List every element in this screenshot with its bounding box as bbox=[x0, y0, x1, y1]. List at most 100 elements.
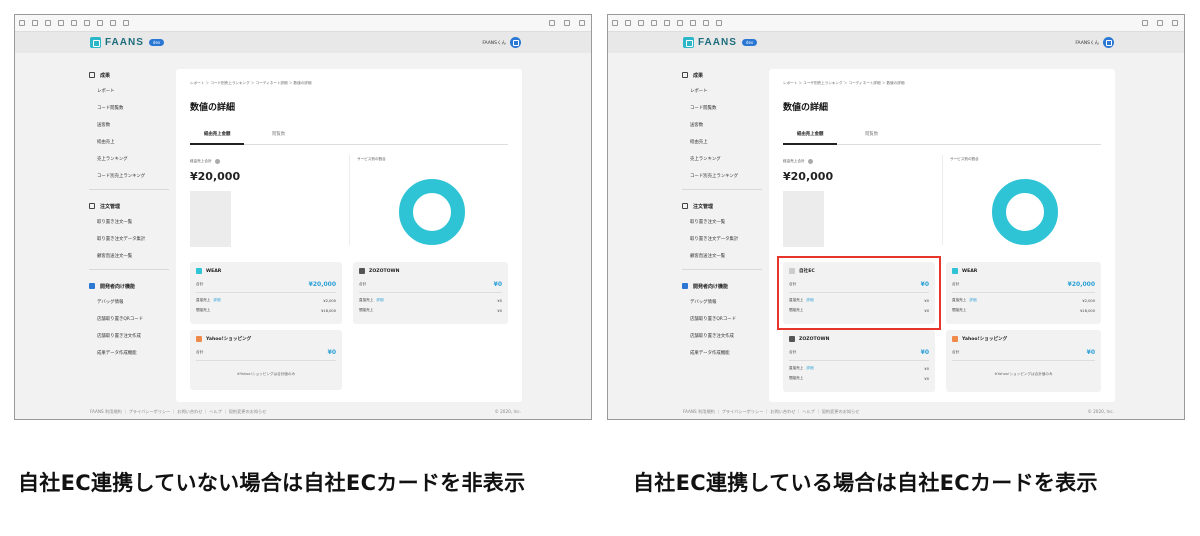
sidebar-item-code-views[interactable]: コード閲覧数 bbox=[682, 100, 762, 117]
footer-link-privacy[interactable]: プライバシーポリシー bbox=[722, 409, 764, 414]
expand-icon[interactable] bbox=[549, 20, 555, 26]
tab-views[interactable]: 閲覧数 bbox=[865, 131, 878, 137]
own-ec-card-highlight bbox=[777, 256, 941, 330]
detail-link[interactable]: 詳細 bbox=[213, 298, 220, 302]
footer-link-help[interactable]: ヘルプ bbox=[209, 409, 222, 414]
env-badge: dev bbox=[148, 39, 165, 46]
card-divider bbox=[196, 360, 336, 361]
card-title: ZOZOTOWN bbox=[359, 268, 399, 274]
footer-link-notice[interactable]: 契約変更のお知らせ bbox=[229, 409, 267, 414]
tab-sales-amount[interactable]: 経由売上金額 bbox=[797, 131, 823, 137]
tab-views[interactable]: 閲覧数 bbox=[272, 131, 285, 137]
sidebar-item-direct-orders[interactable]: 顧客直送注文一覧 bbox=[89, 248, 169, 265]
footer-link-terms[interactable]: FAANS 利用規約 bbox=[90, 409, 122, 414]
card-title: WEAR bbox=[196, 268, 221, 274]
external-link-icon[interactable] bbox=[564, 20, 570, 26]
card-divider bbox=[789, 360, 929, 361]
grid-icon[interactable] bbox=[71, 20, 77, 26]
sidebar-item-debug[interactable]: デバッグ情報 bbox=[682, 294, 762, 311]
help-icon[interactable] bbox=[807, 159, 813, 164]
rotate-icon[interactable] bbox=[58, 20, 64, 26]
sales-bar-placeholder bbox=[783, 191, 824, 247]
sidebar-item-referrals[interactable]: 送客数 bbox=[89, 117, 169, 134]
detail-link[interactable]: 詳細 bbox=[806, 366, 813, 370]
caption-left: 自社EC連携していない場合は自社ECカードを非表示 bbox=[18, 471, 526, 495]
user-menu[interactable]: FAANSくん bbox=[482, 37, 521, 48]
zoom-in-icon[interactable] bbox=[32, 20, 38, 26]
zoom-in-icon[interactable] bbox=[625, 20, 631, 26]
zoom-out-icon[interactable] bbox=[45, 20, 51, 26]
print-icon[interactable] bbox=[703, 20, 709, 26]
sales-total-value: ¥20,000 bbox=[190, 170, 241, 183]
avatar[interactable] bbox=[1103, 37, 1114, 48]
sidebar-item-code-sales-ranking[interactable]: コード別売上ランキング bbox=[89, 168, 169, 185]
sidebar-item-qr[interactable]: 店舗取り置きQRコード bbox=[682, 311, 762, 328]
sidebar-item-create-results[interactable]: 成果データ作成機能 bbox=[89, 345, 169, 362]
sidebar: 成果 レポート コード閲覧数 送客数 経由売上 売上ランキング コード別売上ラン… bbox=[682, 67, 762, 362]
calendar-icon[interactable] bbox=[677, 20, 683, 26]
divider bbox=[349, 155, 350, 245]
footer-link-contact[interactable]: お問い合わせ bbox=[770, 409, 795, 414]
sidebar-item-qr[interactable]: 店舗取り置きQRコード bbox=[89, 311, 169, 328]
footer-link-privacy[interactable]: プライバシーポリシー bbox=[129, 409, 171, 414]
viewer-toolbar bbox=[608, 15, 1184, 32]
app-logo[interactable]: FAANS bbox=[698, 37, 737, 48]
app-header: FAANS dev FAANSくん bbox=[608, 32, 1184, 53]
donut-label: サービス別の割合 bbox=[950, 157, 979, 161]
tab-sales-amount[interactable]: 経由売上金額 bbox=[204, 131, 230, 137]
avatar[interactable] bbox=[510, 37, 521, 48]
card-total-row: 合計 ¥20,000 bbox=[952, 281, 1095, 288]
zozotown-logo-icon bbox=[359, 268, 365, 274]
breadcrumb[interactable]: レポート ＞ ユーザ別売上ランキング ＞ コーディネート詳細 ＞ 数値の詳細 bbox=[783, 81, 904, 86]
detail-link[interactable]: 詳細 bbox=[969, 298, 976, 302]
card-indirect-row: 間接売上 ¥18,000 bbox=[952, 308, 1095, 313]
footer-link-help[interactable]: ヘルプ bbox=[802, 409, 815, 414]
link-icon[interactable] bbox=[579, 20, 585, 26]
sidebar-item-create-order[interactable]: 店舗取り置き注文作成 bbox=[89, 328, 169, 345]
zozotown-logo-icon bbox=[789, 336, 795, 342]
sidebar-item-report[interactable]: レポート bbox=[682, 83, 762, 100]
sidebar-item-hold-order-stats[interactable]: 取り置き注文データ集計 bbox=[682, 231, 762, 248]
link-icon[interactable] bbox=[1172, 20, 1178, 26]
sidebar-item-sales-ranking[interactable]: 売上ランキング bbox=[682, 151, 762, 168]
copy-icon[interactable] bbox=[690, 20, 696, 26]
caption-right: 自社EC連携している場合は自社ECカードを表示 bbox=[633, 471, 1098, 495]
sidebar-item-hold-orders[interactable]: 取り置き注文一覧 bbox=[682, 214, 762, 231]
card-total-row: 合計 ¥0 bbox=[359, 281, 502, 288]
footer-link-contact[interactable]: お問い合わせ bbox=[177, 409, 202, 414]
footer-link-notice[interactable]: 契約変更のお知らせ bbox=[822, 409, 860, 414]
app-logo[interactable]: FAANS bbox=[105, 37, 144, 48]
sidebar-item-referrals[interactable]: 送客数 bbox=[682, 117, 762, 134]
user-menu[interactable]: FAANSくん bbox=[1075, 37, 1114, 48]
sidebar-item-sales[interactable]: 経由売上 bbox=[682, 134, 762, 151]
sidebar-item-create-order[interactable]: 店舗取り置き注文作成 bbox=[682, 328, 762, 345]
sidebar-item-report[interactable]: レポート bbox=[89, 83, 169, 100]
external-link-icon[interactable] bbox=[1157, 20, 1163, 26]
sidebar-item-hold-order-stats[interactable]: 取り置き注文データ集計 bbox=[89, 231, 169, 248]
copyright: © 2020, Inc. bbox=[1087, 409, 1114, 414]
copy-icon[interactable] bbox=[97, 20, 103, 26]
sidebar-item-hold-orders[interactable]: 取り置き注文一覧 bbox=[89, 214, 169, 231]
rotate-icon[interactable] bbox=[651, 20, 657, 26]
frame-icon[interactable] bbox=[123, 20, 129, 26]
breadcrumb[interactable]: レポート ＞ コード別売上ランキング ＞ コーディネート詳細 ＞ 数値の詳細 bbox=[190, 81, 312, 86]
sidebar-item-code-views[interactable]: コード閲覧数 bbox=[89, 100, 169, 117]
expand-icon[interactable] bbox=[1142, 20, 1148, 26]
sidebar-item-debug[interactable]: デバッグ情報 bbox=[89, 294, 169, 311]
sales-total-value: ¥20,000 bbox=[783, 170, 834, 183]
sidebar-item-direct-orders[interactable]: 顧客直送注文一覧 bbox=[682, 248, 762, 265]
resize-icon[interactable] bbox=[612, 20, 618, 26]
sidebar-item-code-sales-ranking[interactable]: コード別売上ランキング bbox=[682, 168, 762, 185]
frame-icon[interactable] bbox=[716, 20, 722, 26]
sidebar-item-sales[interactable]: 経由売上 bbox=[89, 134, 169, 151]
print-icon[interactable] bbox=[110, 20, 116, 26]
resize-icon[interactable] bbox=[19, 20, 25, 26]
calendar-icon[interactable] bbox=[84, 20, 90, 26]
sidebar-item-sales-ranking[interactable]: 売上ランキング bbox=[89, 151, 169, 168]
detail-link[interactable]: 詳細 bbox=[376, 298, 383, 302]
footer-link-terms[interactable]: FAANS 利用規約 bbox=[683, 409, 715, 414]
zoom-out-icon[interactable] bbox=[638, 20, 644, 26]
sidebar-item-create-results[interactable]: 成果データ作成機能 bbox=[682, 345, 762, 362]
grid-icon[interactable] bbox=[664, 20, 670, 26]
help-icon[interactable] bbox=[214, 159, 220, 164]
